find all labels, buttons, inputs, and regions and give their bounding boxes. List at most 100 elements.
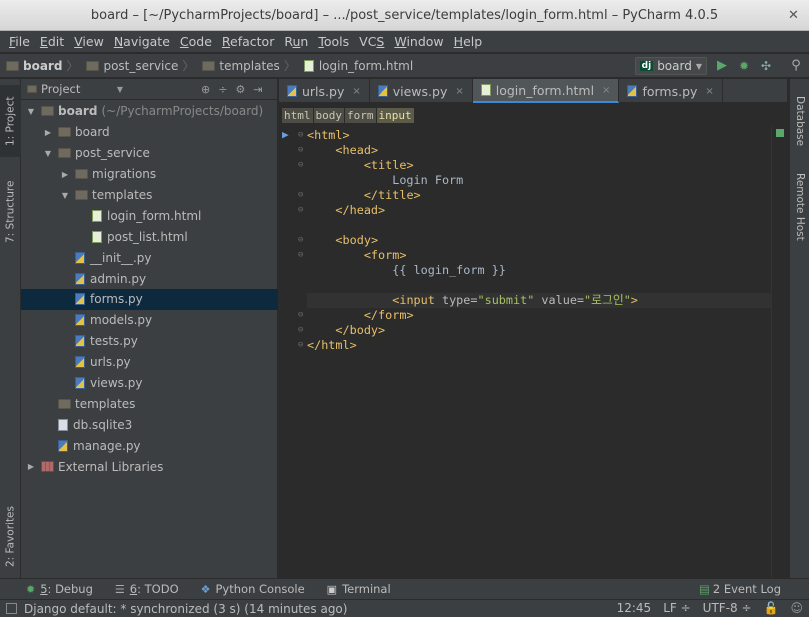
editor-tab[interactable]: views.py × [370, 79, 473, 103]
code-editor[interactable]: ▶ <html> ⊖ <head> ⊖ <title> ⊖ Login Form </… [279, 126, 771, 578]
code-line[interactable]: <form> ⊖ [298, 248, 771, 263]
expand-right-icon[interactable]: ▶ [25, 462, 37, 471]
expand-down-icon[interactable]: ▼ [59, 191, 71, 200]
menu-vcs[interactable]: VCS [354, 34, 389, 49]
menu-help[interactable]: Help [449, 34, 488, 49]
tree-item[interactable]: templates [21, 393, 278, 414]
fold-marker-icon[interactable]: ⊖ [298, 203, 303, 218]
tab-remote-host[interactable]: Remote Host [790, 167, 809, 247]
fold-marker-icon[interactable]: ⊖ [298, 248, 303, 263]
expand-down-icon[interactable]: ▼ [42, 149, 54, 158]
code-line[interactable]: {{ login_form }} [307, 263, 771, 278]
fold-marker-icon[interactable]: ⊖ [298, 158, 303, 173]
fold-marker-icon[interactable]: ⊖ [298, 143, 303, 158]
tree-item[interactable]: __init__.py [21, 247, 278, 268]
fold-marker-icon[interactable]: ⊖ [298, 338, 303, 353]
inspection-ok-icon[interactable] [776, 129, 784, 137]
fold-marker-icon[interactable]: ⊖ [298, 233, 303, 248]
tree-item[interactable]: db.sqlite3 [21, 414, 278, 435]
line-separator[interactable]: LF ÷ [663, 601, 690, 615]
expand-right-icon[interactable]: ▶ [42, 128, 54, 137]
tag-crumb[interactable]: input [376, 107, 414, 123]
code-area[interactable]: <html> ⊖ <head> ⊖ <title> ⊖ Login Form </ti… [298, 128, 771, 353]
hide-panel-icon[interactable]: ⇥ [253, 83, 262, 96]
tree-item[interactable]: ▶ External Libraries [21, 456, 278, 477]
tool-event-log[interactable]: ▤ 2 Event Log [699, 582, 781, 596]
menu-window[interactable]: Window [389, 34, 448, 49]
tree-item[interactable]: ▶ board [21, 122, 278, 143]
menu-edit[interactable]: Edit [35, 34, 69, 49]
caret-position[interactable]: 12:45 [617, 601, 652, 615]
tab-favorites[interactable]: 2: Favorites [0, 499, 21, 574]
code-line[interactable]: </title> ⊖ [298, 188, 771, 203]
expand-right-icon[interactable]: ▶ [59, 170, 71, 179]
menu-view[interactable]: View [69, 34, 109, 49]
tree-item[interactable]: ▶ migrations [21, 164, 278, 185]
tab-project[interactable]: 1: Project [0, 85, 21, 157]
tree-item[interactable]: ▼ board (~/PycharmProjects/board) [21, 101, 278, 122]
code-line[interactable]: </body> ⊖ [298, 323, 771, 338]
run-configuration-select[interactable]: dj board ▼ [634, 57, 707, 75]
tree-item[interactable]: ▼ post_service [21, 143, 278, 164]
coverage-icon[interactable]: ✣ [759, 59, 773, 73]
tool-todo[interactable]: ☰ 6: TODO [115, 582, 179, 596]
toggle-tool-windows-icon[interactable] [6, 603, 17, 614]
tree-item[interactable]: forms.py [21, 289, 278, 310]
menu-refactor[interactable]: Refactor [217, 34, 279, 49]
code-line[interactable]: </form> ⊖ [298, 308, 771, 323]
search-icon[interactable]: ⚲ [789, 59, 803, 73]
fold-marker-icon[interactable]: ⊖ [298, 128, 303, 143]
breadcrumb-file[interactable]: login_form.html [303, 59, 413, 73]
debug-icon[interactable]: ✹ [737, 59, 751, 73]
editor-tab[interactable]: urls.py × [279, 79, 370, 103]
breadcrumb-project[interactable]: board 〉 [6, 57, 82, 74]
tag-crumb[interactable]: form [345, 107, 376, 123]
code-line[interactable] [307, 278, 771, 293]
tab-database[interactable]: Database [790, 85, 809, 157]
editor-tab[interactable]: login_form.html × [472, 79, 620, 103]
inspector-icon[interactable]: ☺ [790, 601, 803, 615]
breadcrumb-templates[interactable]: templates 〉 [202, 57, 299, 74]
file-encoding[interactable]: UTF-8 ÷ [703, 601, 752, 615]
tree-item[interactable]: manage.py [21, 435, 278, 456]
code-line[interactable]: <input type="submit" value="로그인"> [307, 293, 771, 308]
code-line[interactable]: <body> ⊖ [298, 233, 771, 248]
tag-crumb[interactable]: body [313, 107, 344, 123]
code-line[interactable]: <html> ⊖ [298, 128, 771, 143]
close-icon[interactable]: × [352, 86, 360, 97]
code-line[interactable]: </html> ⊖ [298, 338, 771, 353]
collapse-all-icon[interactable]: ÷ [218, 83, 227, 96]
code-line[interactable]: <head> ⊖ [298, 143, 771, 158]
tool-python-console[interactable]: ❖ Python Console [201, 582, 305, 596]
breadcrumb-post-service[interactable]: post_service 〉 [86, 57, 198, 74]
gear-icon[interactable]: ⚙ [235, 83, 245, 96]
tool-terminal[interactable]: ▣ Terminal [327, 582, 391, 596]
close-icon[interactable]: ✕ [786, 8, 801, 23]
expand-down-icon[interactable]: ▼ [25, 107, 37, 116]
tree-item[interactable]: login_form.html [21, 205, 278, 226]
tab-structure[interactable]: 7: Structure [0, 174, 21, 249]
tree-item[interactable]: tests.py [21, 331, 278, 352]
editor-tab[interactable]: forms.py × [619, 79, 723, 103]
close-icon[interactable]: × [705, 86, 713, 97]
fold-marker-icon[interactable]: ⊖ [298, 323, 303, 338]
tree-item[interactable]: views.py [21, 373, 278, 394]
menu-tools[interactable]: Tools [313, 34, 354, 49]
project-view-select[interactable]: Project ▼ [27, 82, 123, 96]
fold-marker-icon[interactable]: ⊖ [298, 308, 303, 323]
code-line[interactable]: </head> ⊖ [298, 203, 771, 218]
tool-debug[interactable]: ✹ 5: Debug [26, 582, 93, 596]
close-icon[interactable]: × [602, 85, 610, 96]
tree-item[interactable]: models.py [21, 310, 278, 331]
tree-item[interactable]: ▼ templates [21, 185, 278, 206]
menu-run[interactable]: Run [279, 34, 313, 49]
code-line[interactable] [307, 218, 771, 233]
tag-crumb[interactable]: html [282, 107, 313, 123]
menu-navigate[interactable]: Navigate [109, 34, 175, 49]
lock-icon[interactable]: 🔓 [764, 601, 779, 615]
close-icon[interactable]: × [455, 86, 463, 97]
code-line[interactable]: Login Form [307, 173, 771, 188]
fold-marker-icon[interactable]: ⊖ [298, 188, 303, 203]
tree-item[interactable]: post_list.html [21, 226, 278, 247]
tree-item[interactable]: urls.py [21, 352, 278, 373]
